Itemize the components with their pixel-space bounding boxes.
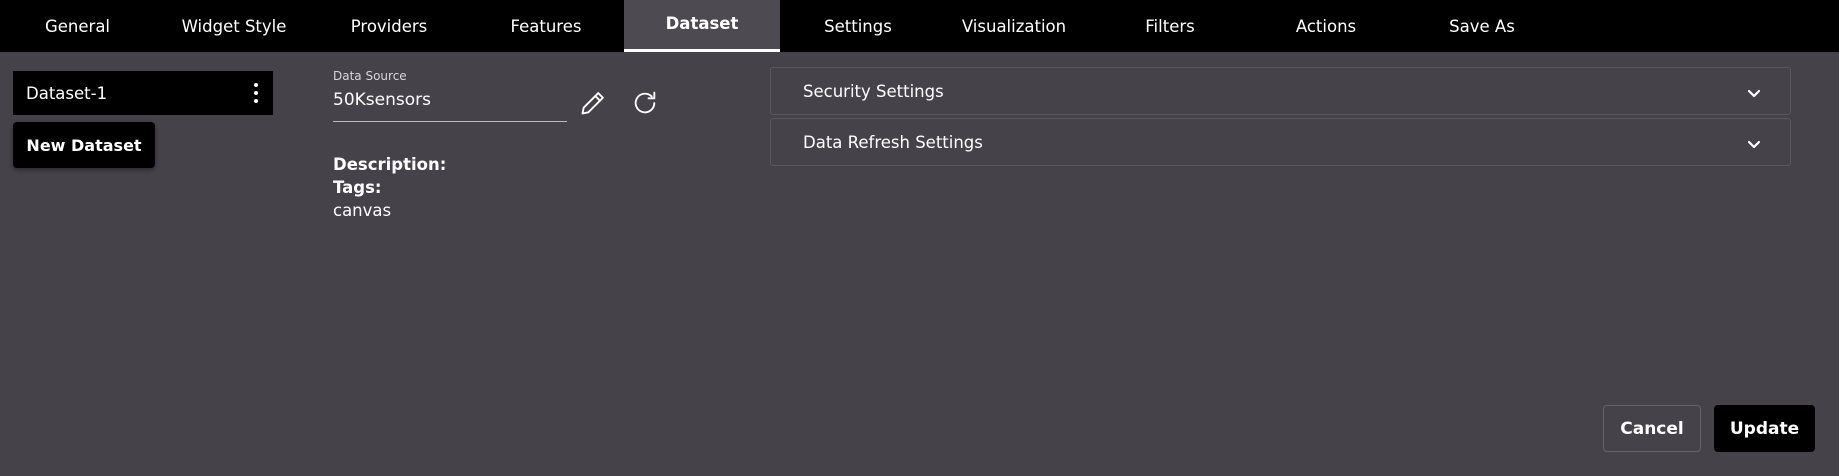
dataset-item-label: Dataset-1 [26,83,108,103]
refresh-icon[interactable] [630,88,660,118]
new-dataset-button[interactable]: New Dataset [13,122,155,168]
tab-actions[interactable]: Actions [1278,0,1374,52]
tab-providers[interactable]: Providers [330,0,448,52]
update-button[interactable]: Update [1714,405,1815,452]
tab-settings[interactable]: Settings [808,0,908,52]
accordion-label: Data Refresh Settings [803,132,983,152]
tab-filters[interactable]: Filters [1125,0,1215,52]
tab-widget-style[interactable]: Widget Style [166,0,302,52]
tab-dataset[interactable]: Dataset [624,0,780,52]
tab-save-as[interactable]: Save As [1432,0,1532,52]
tab-features[interactable]: Features [493,0,599,52]
tab-visualization[interactable]: Visualization [955,0,1073,52]
dataset-list-item[interactable]: Dataset-1 [13,71,273,115]
description-label: Description: [333,155,447,174]
accordion-security-settings[interactable]: Security Settings [770,67,1791,115]
tags-label: Tags: [333,178,382,197]
data-source-label: Data Source [333,69,407,83]
tags-value: canvas [333,201,392,220]
chevron-down-icon[interactable] [1746,136,1762,155]
accordion-data-refresh-settings[interactable]: Data Refresh Settings [770,118,1791,166]
data-source-field[interactable]: 50Ksensors [333,86,567,122]
pencil-icon[interactable] [578,88,608,118]
kebab-menu-icon[interactable] [253,83,259,103]
cancel-button[interactable]: Cancel [1603,405,1701,452]
chevron-down-icon[interactable] [1746,85,1762,104]
accordion-label: Security Settings [803,81,944,101]
tab-general[interactable]: General [20,0,135,52]
tab-bar: General Widget Style Providers Features … [0,0,1839,52]
